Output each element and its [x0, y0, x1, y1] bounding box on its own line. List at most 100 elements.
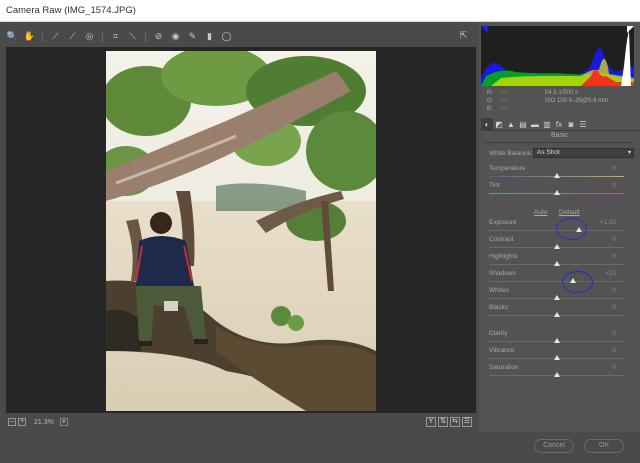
- vibrance-slider-thumb[interactable]: [553, 355, 560, 360]
- g-value: ---: [501, 98, 507, 104]
- saturation-slider-thumb[interactable]: [553, 372, 560, 377]
- highlights-slider-thumb[interactable]: [553, 261, 560, 266]
- exposure-label: Exposure: [489, 219, 517, 226]
- zoom-tool-icon[interactable]: 🔍: [7, 31, 18, 42]
- red-eye-tool-icon[interactable]: ◉: [170, 31, 181, 42]
- straighten-tool-icon[interactable]: ⟍: [127, 31, 138, 42]
- image-preview-area: [6, 47, 476, 413]
- clarity-label: Clarity: [489, 330, 508, 337]
- tint-label: Tint: [489, 182, 500, 189]
- blacks-value[interactable]: 0: [612, 304, 616, 311]
- slider-contrast: Contrast 0: [489, 236, 624, 253]
- slider-temperature: Temperature 0: [489, 165, 624, 182]
- white-balance-value: As Shot: [537, 149, 560, 156]
- toolbar-divider: [145, 30, 146, 42]
- adjustments-panel: R: --- f/4.5 1/500 s G: --- ISO 100 6–35…: [479, 22, 640, 432]
- toolbar-divider: [42, 30, 43, 42]
- shadows-label: Shadows: [489, 270, 516, 277]
- contrast-value[interactable]: 0: [612, 236, 616, 243]
- clarity-slider-thumb[interactable]: [553, 338, 560, 343]
- crop-tool-icon[interactable]: ⌗: [110, 31, 121, 42]
- b-label: B:: [487, 106, 493, 112]
- panel-tabs: ◐ ◩ ▲ ▤ ▬ ▥ fx ◙ ☰: [479, 118, 640, 131]
- toolbar-divider: [102, 30, 103, 42]
- spot-removal-tool-icon[interactable]: ⊘: [153, 31, 164, 42]
- before-after-y-icon[interactable]: Y: [426, 417, 436, 427]
- color-sampler-tool-icon[interactable]: ⟋: [67, 31, 78, 42]
- whites-value[interactable]: 0: [612, 287, 616, 294]
- whites-slider-thumb[interactable]: [553, 295, 560, 300]
- hand-tool-icon[interactable]: ✋: [24, 31, 35, 42]
- zoom-out-button[interactable]: –: [8, 418, 16, 426]
- effects-tab-icon[interactable]: fx: [553, 118, 565, 130]
- swap-before-after-icon[interactable]: ⇅: [438, 417, 448, 427]
- blacks-slider-thumb[interactable]: [553, 312, 560, 317]
- detail-tab-icon[interactable]: ▲: [505, 118, 517, 130]
- histogram: [481, 26, 634, 86]
- aperture-shutter: f/4.5 1/500 s: [545, 90, 579, 96]
- saturation-label: Saturation: [489, 364, 519, 371]
- radial-filter-icon[interactable]: ◯: [221, 31, 232, 42]
- graduated-filter-icon[interactable]: ▮: [204, 31, 215, 42]
- slider-saturation: Saturation 0: [489, 364, 624, 381]
- white-balance-select[interactable]: As Shot ▾: [533, 148, 634, 158]
- cancel-button[interactable]: Cancel: [534, 439, 574, 453]
- basic-tab-icon[interactable]: ◐: [481, 118, 493, 130]
- slider-vibrance: Vibrance 0: [489, 347, 624, 364]
- chevron-down-icon: ▾: [627, 150, 631, 156]
- slider-clarity: Clarity 0: [489, 330, 624, 347]
- r-value: ---: [501, 90, 507, 96]
- g-label: G:: [487, 98, 494, 104]
- default-link[interactable]: Default: [559, 209, 580, 216]
- camera-raw-window: 🔍 ✋ ⟋ ⟋ ◎ ⌗ ⟍ ⊘ ◉ ✎ ▮ ◯ ⇱ – + 21.3% ▾ Y …: [0, 22, 640, 463]
- shadows-slider-track[interactable]: [489, 281, 624, 282]
- r-label: R:: [487, 90, 493, 96]
- ok-button[interactable]: OK: [584, 439, 624, 453]
- image-info: R: --- f/4.5 1/500 s G: --- ISO 100 6–35…: [487, 90, 637, 116]
- exposure-value[interactable]: +1.35: [600, 219, 616, 226]
- blacks-label: Blacks: [489, 304, 509, 311]
- tint-slider-thumb[interactable]: [553, 190, 560, 195]
- white-balance-label: White Balance:: [489, 149, 533, 157]
- hsl-tab-icon[interactable]: ▤: [517, 118, 529, 130]
- contrast-slider-thumb[interactable]: [553, 244, 560, 249]
- white-balance-tool-icon[interactable]: ⟋: [50, 31, 61, 42]
- photo-illustration: [106, 51, 376, 411]
- highlights-label: Highlights: [489, 253, 518, 260]
- white-balance-row: White Balance: As Shot ▾: [489, 148, 634, 158]
- zoom-in-button[interactable]: +: [18, 418, 26, 426]
- open-preferences-icon[interactable]: ⇱: [458, 30, 469, 41]
- camera-calibration-tab-icon[interactable]: ◙: [565, 118, 577, 130]
- vibrance-value[interactable]: 0: [612, 347, 616, 354]
- presets-tab-icon[interactable]: ☰: [577, 118, 589, 130]
- saturation-value[interactable]: 0: [612, 364, 616, 371]
- copy-settings-icon[interactable]: ⇆: [450, 417, 460, 427]
- toggle-settings-icon[interactable]: ☰: [462, 417, 472, 427]
- tint-value[interactable]: 0: [612, 182, 616, 189]
- targeted-adjustment-tool-icon[interactable]: ◎: [84, 31, 95, 42]
- photo-preview[interactable]: [106, 51, 376, 411]
- clarity-value[interactable]: 0: [612, 330, 616, 337]
- preview-bottom-bar: – + 21.3% ▾ Y ⇅ ⇆ ☰: [6, 415, 476, 429]
- zoom-dropdown-icon[interactable]: ▾: [59, 418, 68, 426]
- shadows-value[interactable]: +23: [605, 270, 616, 277]
- whites-label: Whites: [489, 287, 509, 294]
- temperature-value[interactable]: 0: [612, 165, 616, 172]
- slider-highlights: Highlights 0: [489, 253, 624, 270]
- histogram-graph: [481, 26, 634, 86]
- split-toning-tab-icon[interactable]: ▬: [529, 118, 541, 130]
- lens-corrections-tab-icon[interactable]: ▥: [541, 118, 553, 130]
- shadows-annotation-circle: [562, 271, 593, 293]
- adjustment-brush-icon[interactable]: ✎: [187, 31, 198, 42]
- highlights-value[interactable]: 0: [612, 253, 616, 260]
- section-title: Basic: [550, 132, 569, 139]
- temperature-slider-thumb[interactable]: [553, 173, 560, 178]
- view-buttons: Y ⇅ ⇆ ☰: [426, 417, 472, 427]
- contrast-label: Contrast: [489, 236, 514, 243]
- shadow-clipping-indicator: [481, 26, 488, 33]
- auto-link[interactable]: Auto: [534, 209, 547, 216]
- exposure-annotation-circle: [556, 218, 587, 240]
- slider-whites: Whites 0: [489, 287, 624, 304]
- toolbar: 🔍 ✋ ⟋ ⟋ ◎ ⌗ ⟍ ⊘ ◉ ✎ ▮ ◯ ⇱: [4, 28, 476, 44]
- tone-curve-tab-icon[interactable]: ◩: [493, 118, 505, 130]
